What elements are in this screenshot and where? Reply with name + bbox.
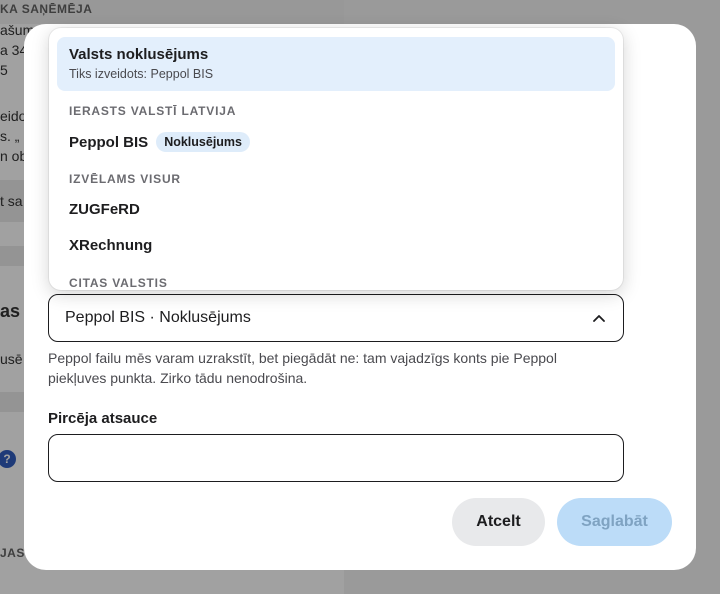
default-badge: Noklusējums <box>156 132 250 152</box>
group-heading-everywhere: IZVĒLAMS VISUR <box>69 172 181 186</box>
save-button[interactable]: Saglabāt <box>557 498 672 546</box>
option-zugferd[interactable]: ZUGFeRD <box>69 201 140 218</box>
option-country-default[interactable]: Valsts noklusējums Tiks izveidots: Peppo… <box>57 37 615 91</box>
option-title: Valsts noklusējums <box>69 46 209 63</box>
buyer-reference-input[interactable] <box>48 434 624 482</box>
format-select[interactable]: Peppol BIS · Noklusējums <box>48 294 624 342</box>
chevron-up-icon <box>591 310 607 326</box>
option-label: ZUGFeRD <box>69 201 140 218</box>
format-dropdown-menu: Valsts noklusējums Tiks izveidots: Peppo… <box>49 28 623 290</box>
option-label: XRechnung <box>69 237 153 254</box>
format-hint: Peppol failu mēs varam uzrakstīt, bet pi… <box>48 350 557 386</box>
option-peppol-bis[interactable]: Peppol BIS Noklusējums <box>69 132 250 152</box>
buyer-reference-label: Pircēja atsauce <box>48 410 158 427</box>
option-subtitle: Tiks izveidots: Peppol BIS <box>69 67 214 81</box>
group-heading-latvia: IERASTS VALSTĪ LATVIJA <box>69 104 237 118</box>
format-select-value: Peppol BIS · Noklusējums <box>65 309 251 326</box>
cancel-button[interactable]: Atcelt <box>452 498 545 546</box>
option-label: Peppol BIS <box>69 133 149 151</box>
option-xrechnung[interactable]: XRechnung <box>69 237 152 254</box>
group-heading-other-countries: CITAS VALSTIS <box>69 276 168 290</box>
